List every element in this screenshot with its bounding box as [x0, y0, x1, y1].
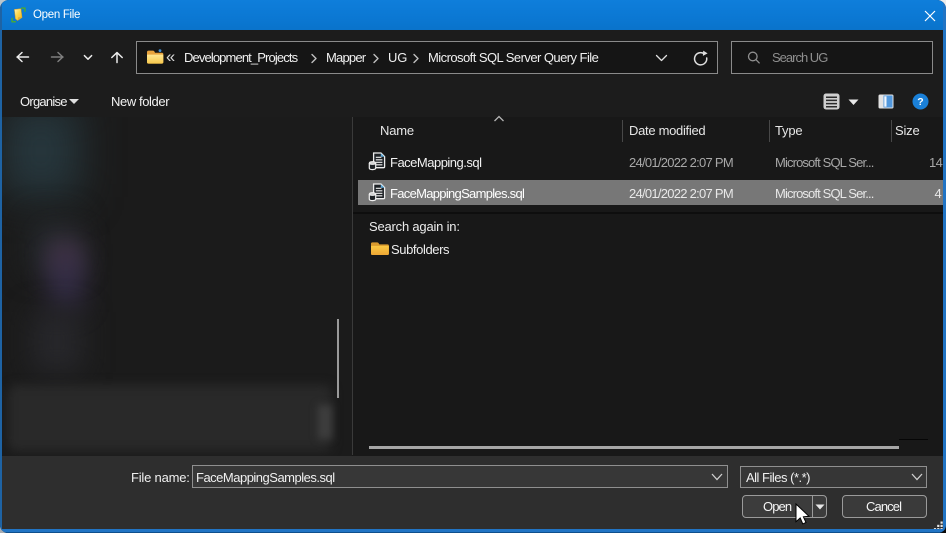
- svg-text:?: ?: [917, 96, 923, 108]
